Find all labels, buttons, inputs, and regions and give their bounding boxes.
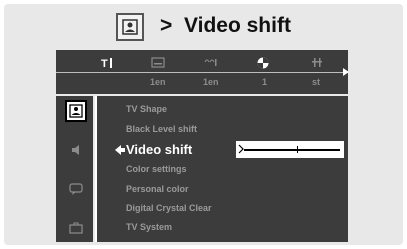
picture-icon <box>116 13 144 41</box>
selection-pointer-icon <box>114 144 126 159</box>
top-menu-divider <box>56 72 348 73</box>
slider-thumb[interactable] <box>296 146 299 153</box>
menu-item-black-level-shift[interactable]: Black Level shift <box>126 124 197 134</box>
menu-item-tv-shape[interactable]: TV Shape <box>126 104 167 114</box>
menu-item-tv-system[interactable]: TV System <box>126 222 172 232</box>
top-menu-label: 1en <box>150 77 166 87</box>
menu-item-personal-color[interactable]: Personal color <box>126 184 189 194</box>
menu-item-digital-crystal-clear[interactable]: Digital Crystal Clear <box>126 203 212 213</box>
page-title: > Video shift <box>0 10 399 44</box>
briefcase-icon[interactable] <box>69 222 83 237</box>
subtitle-icon[interactable] <box>151 57 165 71</box>
video-shift-slider[interactable] <box>236 141 344 158</box>
disc-icon[interactable] <box>257 57 269 72</box>
title-arrow: > <box>160 14 173 37</box>
picture-icon[interactable] <box>65 100 87 122</box>
top-menu-label: 1en <box>203 77 219 87</box>
slider-arrow-icon <box>238 144 244 157</box>
title-text: Video shift <box>184 14 291 37</box>
tools-icon[interactable]: T <box>101 57 115 72</box>
top-menu-arrow-icon[interactable] <box>343 68 349 76</box>
slider-track <box>244 149 340 151</box>
top-menu-label: st <box>312 77 321 87</box>
audio-icon[interactable] <box>204 57 218 71</box>
settings-icon[interactable] <box>311 57 323 71</box>
speech-bubble-icon[interactable] <box>69 183 83 198</box>
svg-text:T: T <box>101 58 108 69</box>
top-menu-label: 1 <box>262 77 268 87</box>
speaker-icon[interactable] <box>71 144 81 159</box>
menu-item-color-settings[interactable]: Color settings <box>126 164 187 174</box>
menu-item-video-shift[interactable]: Video shift <box>126 142 192 157</box>
